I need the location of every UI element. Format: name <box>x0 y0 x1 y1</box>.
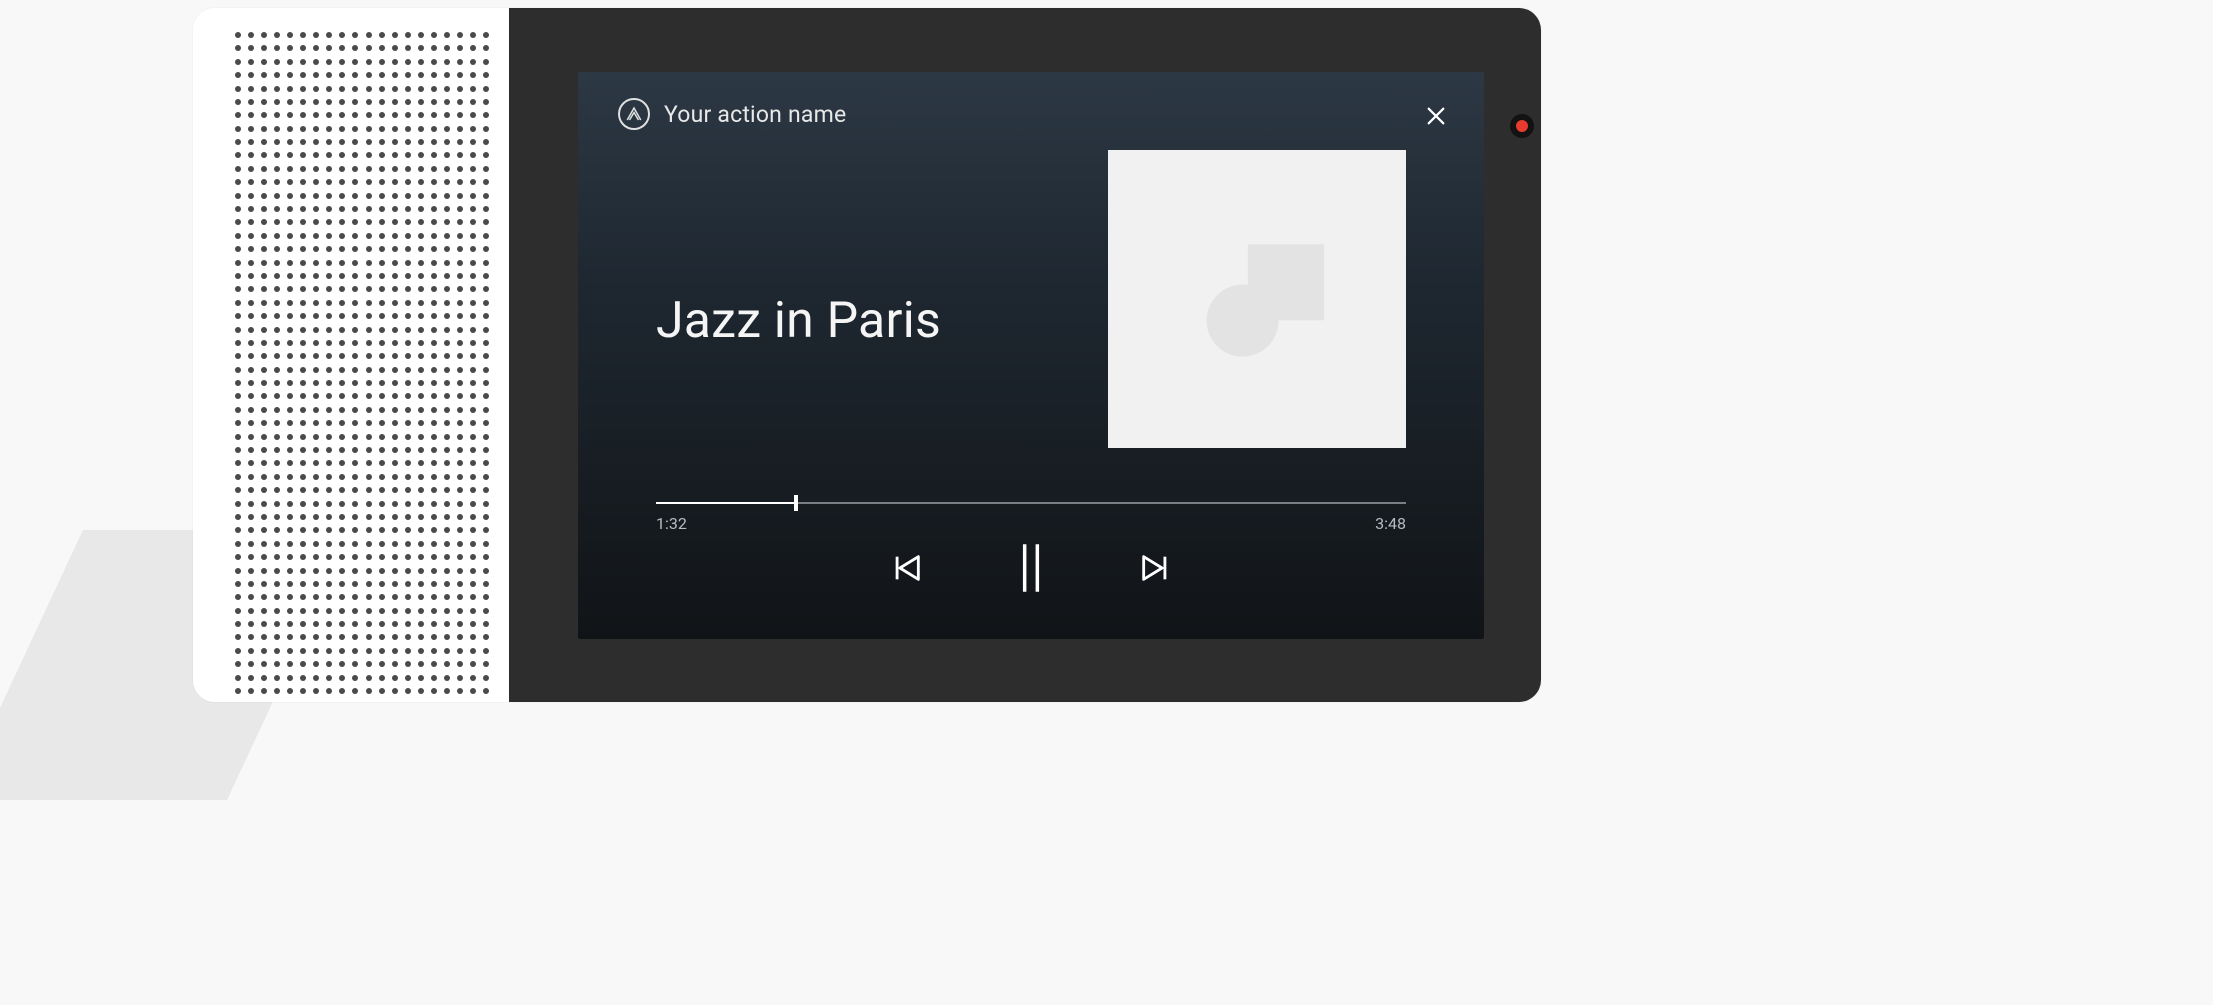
close-button[interactable] <box>1422 102 1450 130</box>
progress-knob[interactable] <box>794 495 798 511</box>
action-logo-icon <box>618 98 650 130</box>
speaker-grill-icon <box>235 32 481 692</box>
track-title: Jazz in Paris <box>656 292 941 350</box>
progress-track <box>656 502 1406 504</box>
progress-bar[interactable]: 1:32 3:48 <box>656 502 1406 533</box>
speaker-panel <box>193 8 509 702</box>
progress-fill <box>656 502 796 504</box>
previous-button[interactable] <box>890 551 924 585</box>
record-indicator-icon <box>1516 120 1528 132</box>
smart-display-device: Your action name Jazz in Paris <box>193 8 1541 702</box>
action-name-label: Your action name <box>664 101 846 128</box>
device-screen: Your action name Jazz in Paris <box>509 8 1541 702</box>
playback-controls <box>890 541 1172 595</box>
media-player-card: Your action name Jazz in Paris <box>578 72 1484 639</box>
pause-button[interactable] <box>1012 541 1050 595</box>
duration-time: 3:48 <box>1375 514 1406 533</box>
next-button[interactable] <box>1138 551 1172 585</box>
progress-times: 1:32 3:48 <box>656 514 1406 533</box>
elapsed-time: 1:32 <box>656 514 687 533</box>
card-header: Your action name <box>618 98 846 130</box>
album-art-placeholder <box>1108 150 1406 448</box>
album-placeholder-icon <box>1207 285 1279 357</box>
